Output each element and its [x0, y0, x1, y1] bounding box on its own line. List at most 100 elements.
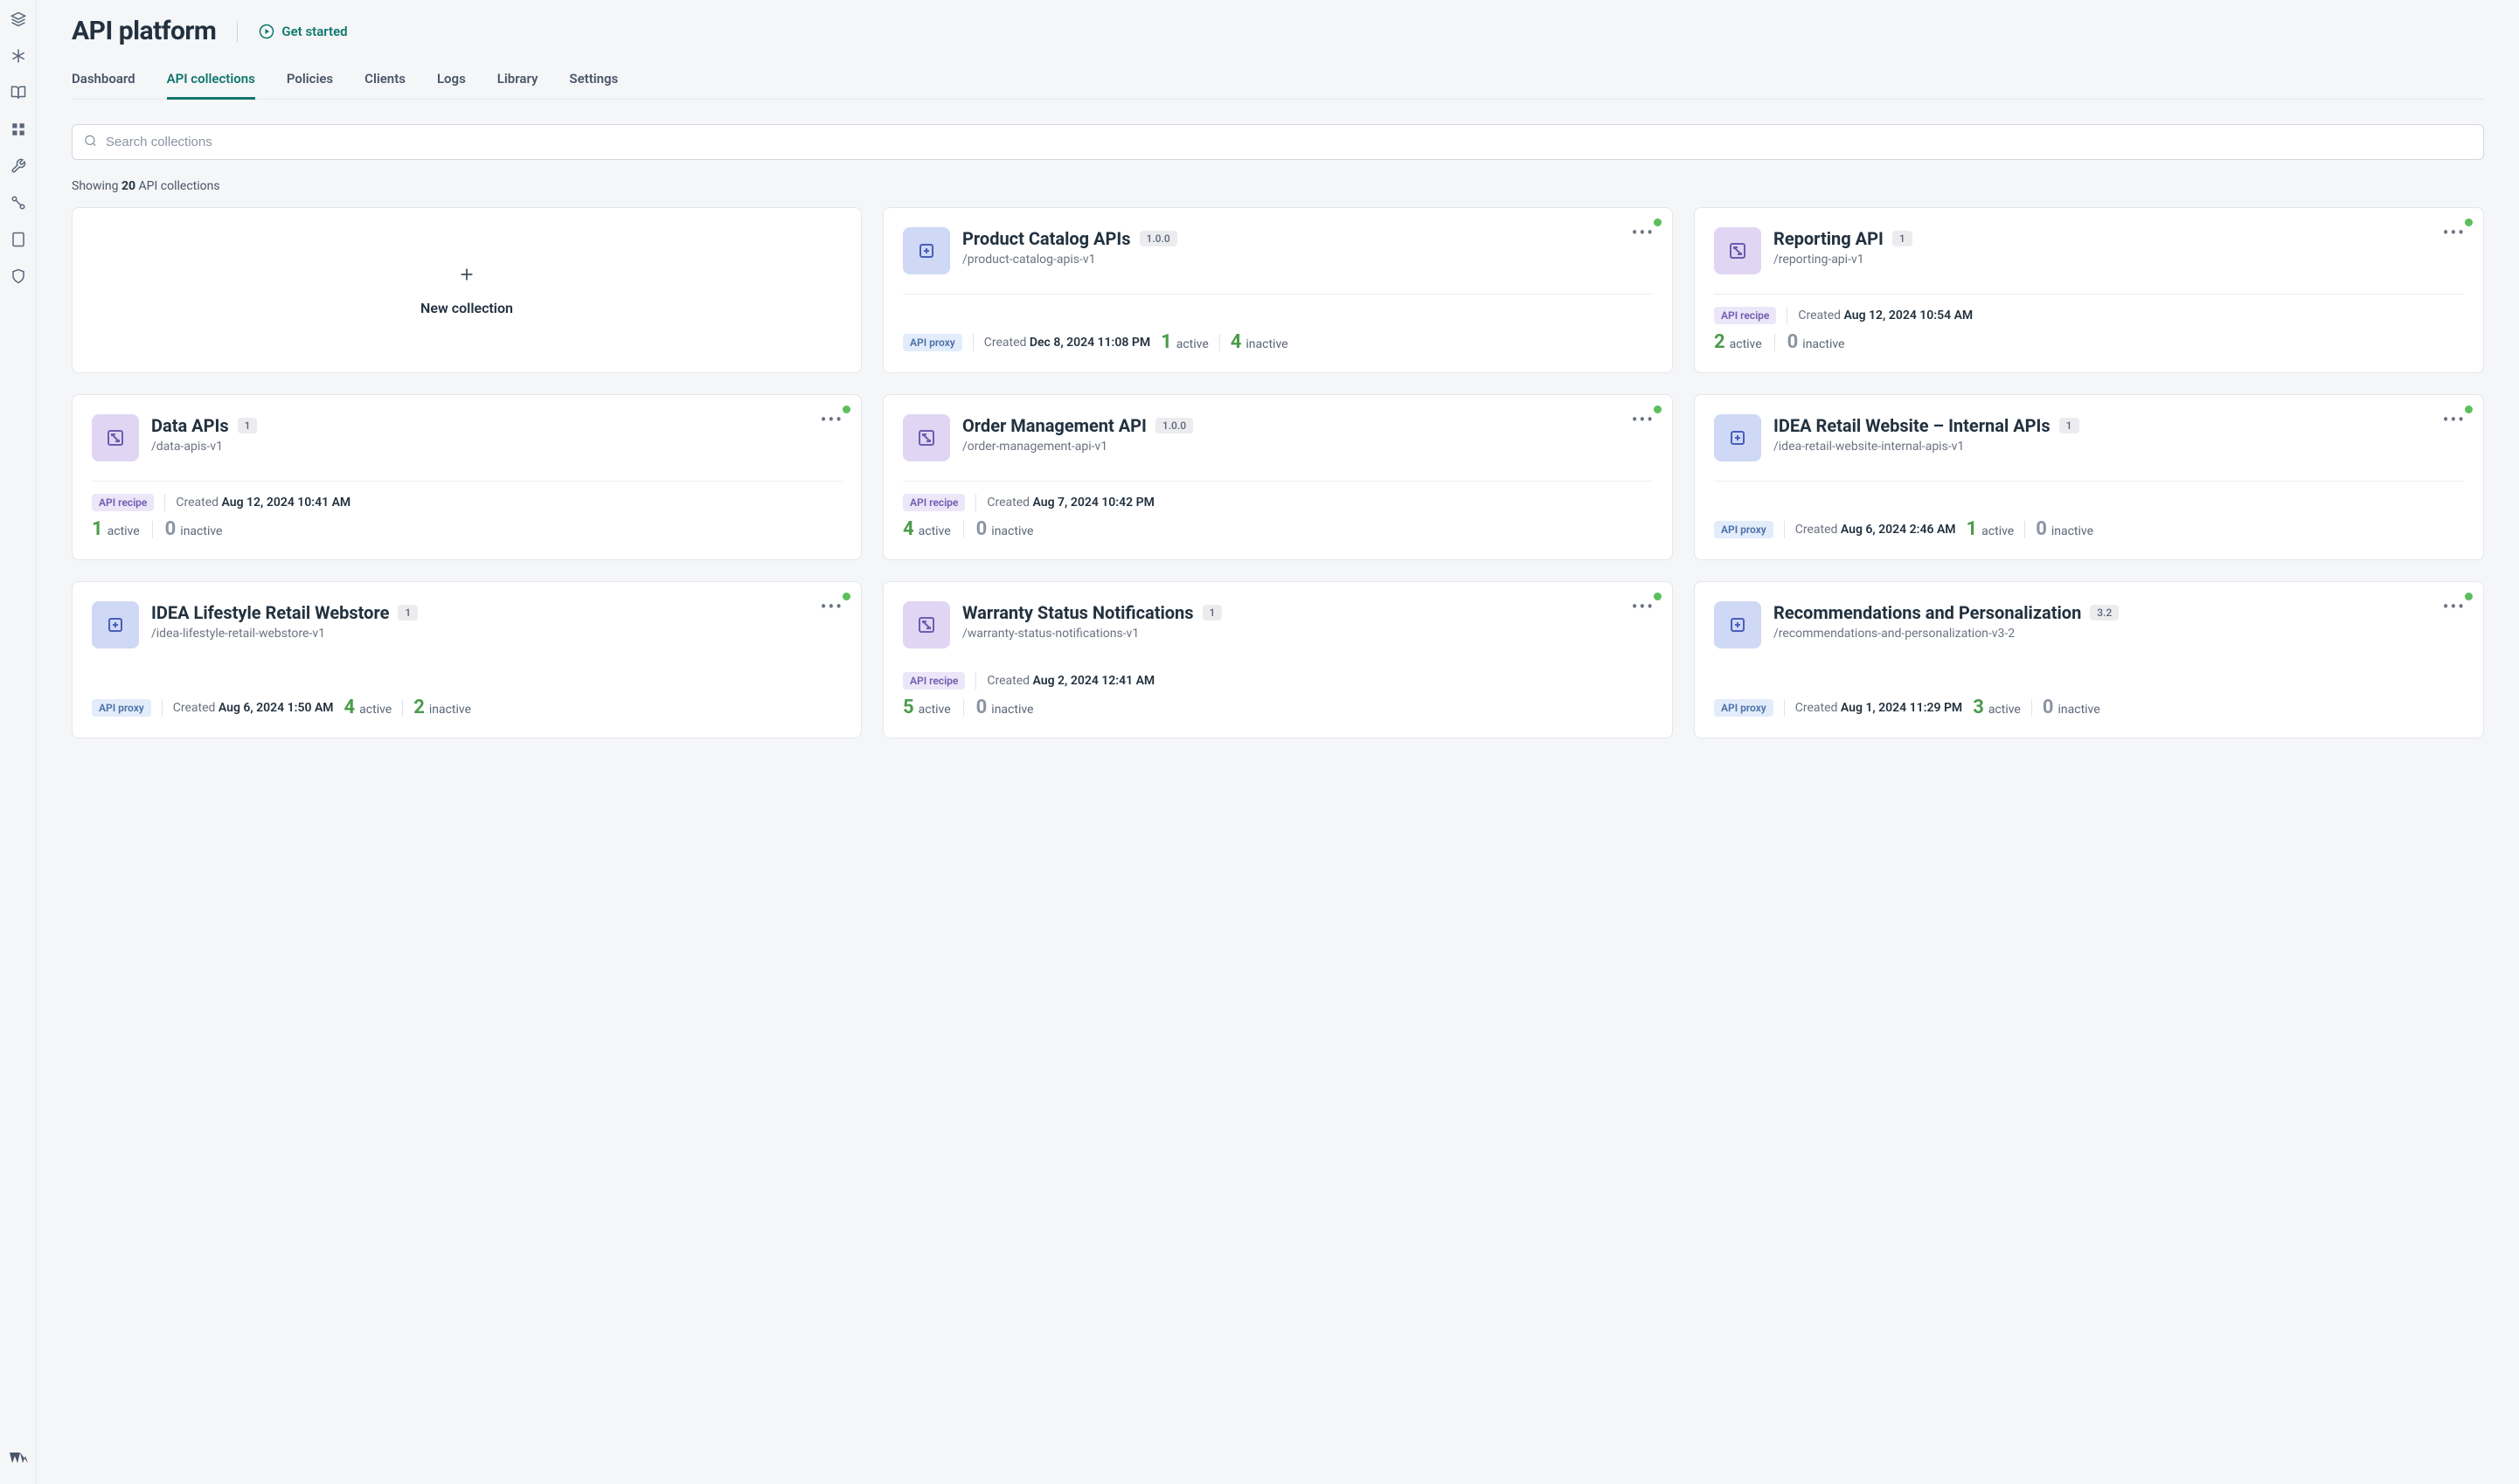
- card-menu-button[interactable]: •••: [821, 411, 843, 428]
- workato-logo-icon[interactable]: [8, 1451, 29, 1472]
- collection-card[interactable]: •••Data APIs1/data-apis-v1API recipeCrea…: [72, 394, 862, 560]
- version-badge: 1.0.0: [1140, 231, 1177, 246]
- version-badge: 3.2: [2090, 605, 2119, 621]
- divider: [903, 294, 1653, 295]
- version-badge: 1: [2059, 418, 2079, 433]
- card-menu-button[interactable]: •••: [1632, 411, 1655, 428]
- status-dot: [1654, 218, 1662, 226]
- new-collection-card[interactable]: New collection: [72, 207, 862, 373]
- card-title: Order Management API: [962, 414, 1147, 437]
- collection-card[interactable]: •••Recommendations and Personalization3.…: [1694, 581, 2484, 739]
- collection-card[interactable]: •••Reporting API1/reporting-api-v1API re…: [1694, 207, 2484, 373]
- tab-settings[interactable]: Settings: [569, 71, 618, 99]
- search-input[interactable]: [72, 124, 2484, 160]
- active-stat: 2 active: [1714, 331, 1762, 353]
- card-title: Reporting API: [1773, 227, 1884, 250]
- type-chip: API recipe: [903, 672, 965, 690]
- inactive-stat: 0 inactive: [2043, 697, 2100, 718]
- showing-count: Showing 20 API collections: [72, 179, 2484, 193]
- card-path: /order-management-api-v1: [962, 440, 1618, 454]
- search-wrap: [72, 124, 2484, 160]
- collection-card[interactable]: ••• IDEA Retail Website – Internal APIs 1 /…: [1694, 394, 2484, 560]
- card-path: /idea-lifestyle-retail-webstore-v1: [151, 627, 807, 641]
- collection-card[interactable]: •••Order Management API1.0.0/order-manag…: [883, 394, 1673, 560]
- divider: [92, 481, 842, 482]
- card-footer: API recipeCreated Aug 2, 2024 12:41 AM: [903, 672, 1653, 690]
- card-path: /warranty-status-notifications-v1: [962, 627, 1618, 641]
- card-menu-button[interactable]: •••: [1632, 224, 1655, 241]
- card-title: IDEA Retail Website – Internal APIs: [1773, 414, 2051, 437]
- card-footer: API proxyCreated Aug 6, 2024 2:46 AM1 ac…: [1714, 518, 2464, 540]
- snowflake-icon[interactable]: [8, 45, 29, 66]
- card-footer: API recipeCreated Aug 7, 2024 10:42 PM: [903, 494, 1653, 511]
- tabs: Dashboard API collections Policies Clients L…: [72, 71, 2484, 100]
- inactive-stat: 0 inactive: [976, 697, 1034, 718]
- status-dot: [843, 593, 850, 600]
- card-menu-button[interactable]: •••: [1632, 598, 1655, 615]
- card-title: IDEA Lifestyle Retail Webstore: [151, 601, 389, 624]
- version-badge: 1: [1892, 231, 1912, 246]
- card-menu-button[interactable]: •••: [2443, 598, 2466, 615]
- inactive-stat: 0 inactive: [2036, 518, 2093, 540]
- grid-icon[interactable]: [8, 119, 29, 140]
- inactive-stat: 0 inactive: [1787, 331, 1845, 353]
- sidebar: [0, 0, 37, 1484]
- get-started-link[interactable]: Get started: [259, 24, 347, 39]
- status-dot: [2465, 406, 2473, 413]
- card-footer: API recipeCreated Aug 12, 2024 10:54 AM: [1714, 307, 2464, 324]
- inactive-stat: 0 inactive: [165, 518, 223, 540]
- wrench-icon[interactable]: [8, 156, 29, 177]
- card-title: Product Catalog APIs: [962, 227, 1131, 250]
- card-title: Data APIs: [151, 414, 229, 437]
- type-chip: API proxy: [1714, 521, 1773, 538]
- divider: [237, 21, 238, 42]
- get-started-label: Get started: [281, 24, 347, 39]
- collection-icon: [903, 601, 950, 648]
- status-dot: [2465, 218, 2473, 226]
- tab-library[interactable]: Library: [497, 71, 538, 99]
- tab-api-collections[interactable]: API collections: [167, 71, 255, 99]
- card-menu-button[interactable]: •••: [2443, 224, 2466, 241]
- card-menu-button[interactable]: •••: [821, 598, 843, 615]
- play-circle-icon: [259, 24, 274, 39]
- collection-icon: [903, 227, 950, 274]
- tab-clients[interactable]: Clients: [364, 71, 406, 99]
- divider: [903, 481, 1653, 482]
- building-icon[interactable]: [8, 229, 29, 250]
- search-icon: [84, 134, 97, 150]
- version-badge: 1: [238, 418, 258, 433]
- shield-icon[interactable]: [8, 266, 29, 287]
- active-stat: 4 active: [344, 697, 392, 718]
- card-title: Warranty Status Notifications: [962, 601, 1194, 624]
- version-badge: 1: [1203, 605, 1223, 621]
- collection-icon: [1714, 414, 1761, 461]
- collection-card[interactable]: •••IDEA Lifestyle Retail Webstore1/idea-…: [72, 581, 862, 739]
- page-header: API platform Get started: [72, 16, 2484, 46]
- tab-dashboard[interactable]: Dashboard: [72, 71, 135, 99]
- card-footer: API proxyCreated Aug 6, 2024 1:50 AM4 ac…: [92, 697, 842, 718]
- active-stat: 1 active: [92, 518, 140, 540]
- tab-policies[interactable]: Policies: [287, 71, 333, 99]
- card-path: /data-apis-v1: [151, 440, 807, 454]
- status-dot: [1654, 593, 1662, 600]
- connection-icon[interactable]: [8, 192, 29, 213]
- card-path: /product-catalog-apis-v1: [962, 253, 1618, 267]
- collection-icon: [1714, 601, 1761, 648]
- collection-icon: [903, 414, 950, 461]
- divider: [1714, 294, 2464, 295]
- inactive-stat: 4 inactive: [1231, 331, 1288, 353]
- card-menu-button[interactable]: •••: [2443, 411, 2466, 428]
- inactive-stat: 0 inactive: [976, 518, 1034, 540]
- collection-card[interactable]: ••• Warranty Status Notifications 1/warran…: [883, 581, 1673, 739]
- new-collection-label: New collection: [420, 300, 513, 316]
- active-stat: 5 active: [903, 697, 951, 718]
- book-icon[interactable]: [8, 82, 29, 103]
- active-stat: 4 active: [903, 518, 951, 540]
- card-path: /idea-retail-website-internal-apis-v1: [1773, 440, 2429, 454]
- collection-card[interactable]: ••• Product Catalog APIs 1.0.0/product-cat…: [883, 207, 1673, 373]
- tab-logs[interactable]: Logs: [437, 71, 466, 99]
- inactive-stat: 2 inactive: [413, 697, 471, 718]
- card-path: /recommendations-and-personalization-v3-…: [1773, 627, 2429, 641]
- layers-icon[interactable]: [8, 9, 29, 30]
- active-stat: 1 active: [1967, 518, 2015, 540]
